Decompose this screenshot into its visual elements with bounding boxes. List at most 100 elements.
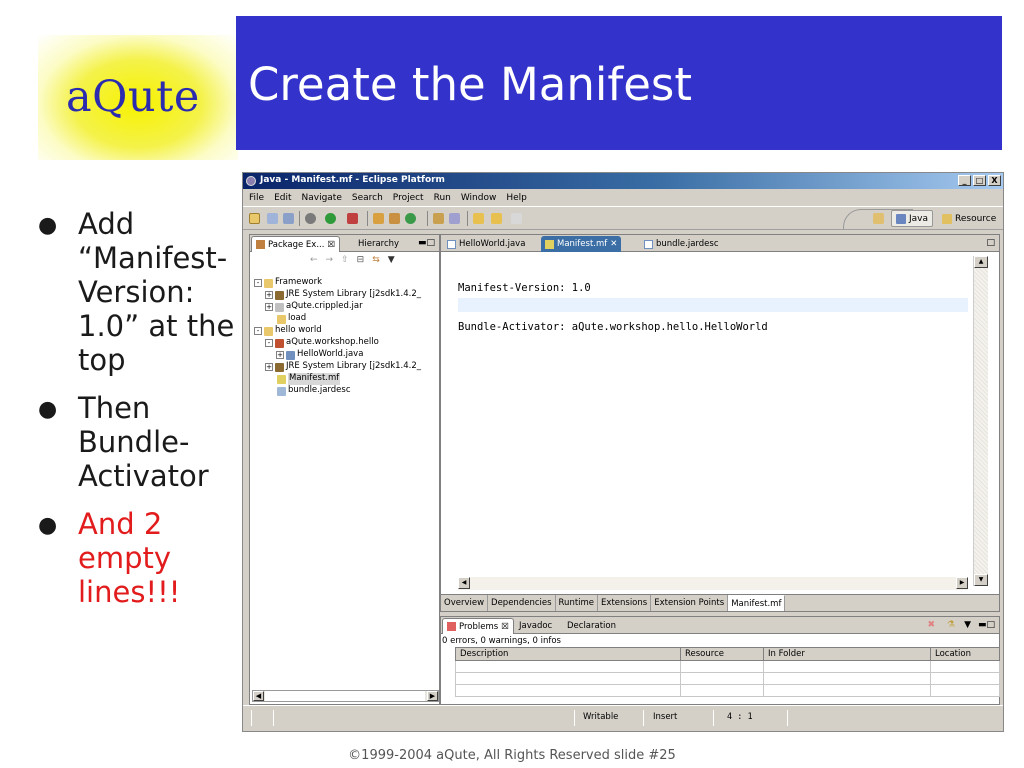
menu-edit[interactable]: Edit [274, 193, 291, 203]
bullet-item: ● Then Bundle-Activator [38, 391, 238, 493]
scroll-right-icon[interactable]: ▶ [427, 691, 438, 701]
page-tab-extension-points[interactable]: Extension Points [651, 595, 729, 611]
maximize-button[interactable]: □ [973, 175, 986, 186]
tree-item[interactable]: + JRE System Library [j2sdk1.4.2_ [254, 361, 421, 373]
column-description[interactable]: Description [455, 647, 681, 661]
minimize-maximize-icon[interactable]: ▬□ [978, 620, 995, 630]
collapse-icon[interactable]: - [254, 327, 262, 335]
tab-package-explorer[interactable]: Package Ex... ☒ [251, 236, 341, 252]
page-tab-overview[interactable]: Overview [441, 595, 489, 611]
new-package-icon[interactable] [389, 213, 400, 224]
menu-search[interactable]: Search [352, 193, 383, 203]
collapse-icon[interactable]: - [265, 339, 273, 347]
back-arrow-icon[interactable]: ← [310, 255, 318, 265]
tree-item-label: hello world [275, 325, 322, 336]
new-class-icon[interactable] [405, 213, 416, 224]
up-icon[interactable]: ⇧ [341, 255, 349, 265]
filter-icon[interactable]: ⚗ [947, 620, 955, 630]
menu-file[interactable]: File [249, 193, 264, 203]
tree-item[interactable]: - aQute.workshop.hello [254, 337, 421, 349]
tab-manifest-mf[interactable]: Manifest.mf ✕ [541, 236, 622, 252]
menu-window[interactable]: Window [461, 193, 497, 203]
run-icon[interactable] [325, 213, 336, 224]
expand-icon[interactable]: + [265, 291, 273, 299]
external-tools-icon[interactable] [347, 213, 358, 224]
folder-icon [264, 326, 273, 336]
delete-icon[interactable]: ✖ [927, 620, 935, 630]
vertical-scrollbar[interactable]: ▲ ▼ [973, 256, 988, 586]
tab-declaration[interactable]: Declaration [563, 618, 620, 634]
column-resource[interactable]: Resource [680, 647, 764, 661]
page-tab-extensions[interactable]: Extensions [598, 595, 652, 611]
new-java-project-icon[interactable] [373, 213, 384, 224]
status-separator [713, 710, 714, 726]
save-icon[interactable] [267, 213, 278, 224]
forward-arrow-icon[interactable]: → [326, 255, 334, 265]
scroll-left-icon[interactable]: ◀ [253, 691, 264, 701]
collapse-icon[interactable]: - [254, 279, 262, 287]
expand-icon[interactable]: + [276, 351, 284, 359]
scroll-up-icon[interactable]: ▲ [974, 256, 988, 268]
perspective-java[interactable]: Java [891, 210, 934, 227]
collapse-all-icon[interactable]: ⊟ [357, 255, 365, 265]
minimize-maximize-icon[interactable]: ▬□ [418, 238, 435, 248]
window-title: Java - Manifest.mf - Eclipse Platform [260, 175, 445, 185]
back-icon[interactable] [491, 213, 502, 224]
window-titlebar[interactable]: Java - Manifest.mf - Eclipse Platform _ … [243, 173, 1003, 189]
new-icon[interactable] [249, 213, 260, 224]
tab-javadoc[interactable]: Javadoc [515, 618, 556, 634]
horizontal-scrollbar[interactable]: ◀ ▶ [252, 690, 439, 702]
page-tab-dependencies[interactable]: Dependencies [488, 595, 556, 611]
tree-item[interactable]: Manifest.mf [254, 373, 421, 385]
tree-item-label: Manifest.mf [288, 373, 341, 385]
scroll-left-icon[interactable]: ◀ [458, 577, 470, 589]
close-icon[interactable]: ☒ [327, 240, 335, 250]
scroll-right-icon[interactable]: ▶ [956, 577, 968, 589]
open-type-icon[interactable] [433, 213, 444, 224]
tree-item[interactable]: + HelloWorld.java [254, 349, 421, 361]
search-icon[interactable] [449, 213, 460, 224]
menu-run[interactable]: Run [434, 193, 451, 203]
view-menu-icon[interactable]: ▼ [388, 255, 395, 265]
minimize-button[interactable]: _ [958, 175, 971, 186]
menu-help[interactable]: Help [506, 193, 527, 203]
scroll-thumb[interactable] [265, 691, 425, 701]
editor-horizontal-scrollbar[interactable]: ◀ ▶ [458, 577, 968, 590]
bullet-dot-icon: ● [38, 513, 58, 538]
tab-helloworld-java[interactable]: HelloWorld.java [443, 236, 529, 252]
scroll-down-icon[interactable]: ▼ [974, 574, 988, 586]
close-tab-icon[interactable]: ✕ [610, 239, 617, 249]
expand-icon[interactable]: + [265, 303, 273, 311]
column-location[interactable]: Location [930, 647, 1000, 661]
library-icon [275, 290, 284, 300]
link-editor-icon[interactable]: ⇆ [372, 255, 380, 265]
print-icon[interactable] [283, 213, 294, 224]
last-edit-icon[interactable] [473, 213, 484, 224]
maximize-icon[interactable]: □ [986, 238, 995, 248]
tree-item[interactable]: + aQute.crippled.jar [254, 301, 421, 313]
menu-navigate[interactable]: Navigate [302, 193, 342, 203]
page-tab-runtime[interactable]: Runtime [556, 595, 599, 611]
tree-item[interactable]: + JRE System Library [j2sdk1.4.2_ [254, 289, 421, 301]
tab-hierarchy[interactable]: Hierarchy [354, 236, 403, 252]
tab-bundle-jardesc[interactable]: bundle.jardesc [640, 236, 723, 252]
menu-project[interactable]: Project [393, 193, 424, 203]
close-button[interactable]: X [988, 175, 1001, 186]
tree-item[interactable]: bundle.jardesc [254, 385, 421, 397]
perspective-resource[interactable]: Resource [937, 210, 1001, 227]
tree-item[interactable]: load [254, 313, 421, 325]
open-perspective-icon[interactable] [873, 213, 884, 224]
view-menu-icon[interactable]: ▼ [964, 620, 971, 630]
expand-icon[interactable]: + [265, 363, 273, 371]
tree-item-label: bundle.jardesc [288, 385, 351, 396]
column-in-folder[interactable]: In Folder [763, 647, 931, 661]
manifest-icon [277, 374, 286, 384]
tree-item[interactable]: - Framework [254, 277, 421, 289]
debug-icon[interactable] [305, 213, 316, 224]
close-icon[interactable]: ☒ [501, 622, 509, 632]
forward-icon[interactable] [511, 213, 522, 224]
text-editor[interactable]: Manifest-Version: 1.0 Bundle-Activator: … [442, 252, 998, 593]
tab-problems[interactable]: Problems ☒ [442, 618, 514, 634]
page-tab-manifest-mf[interactable]: Manifest.mf [728, 595, 786, 611]
tree-item[interactable]: - hello world [254, 325, 421, 337]
